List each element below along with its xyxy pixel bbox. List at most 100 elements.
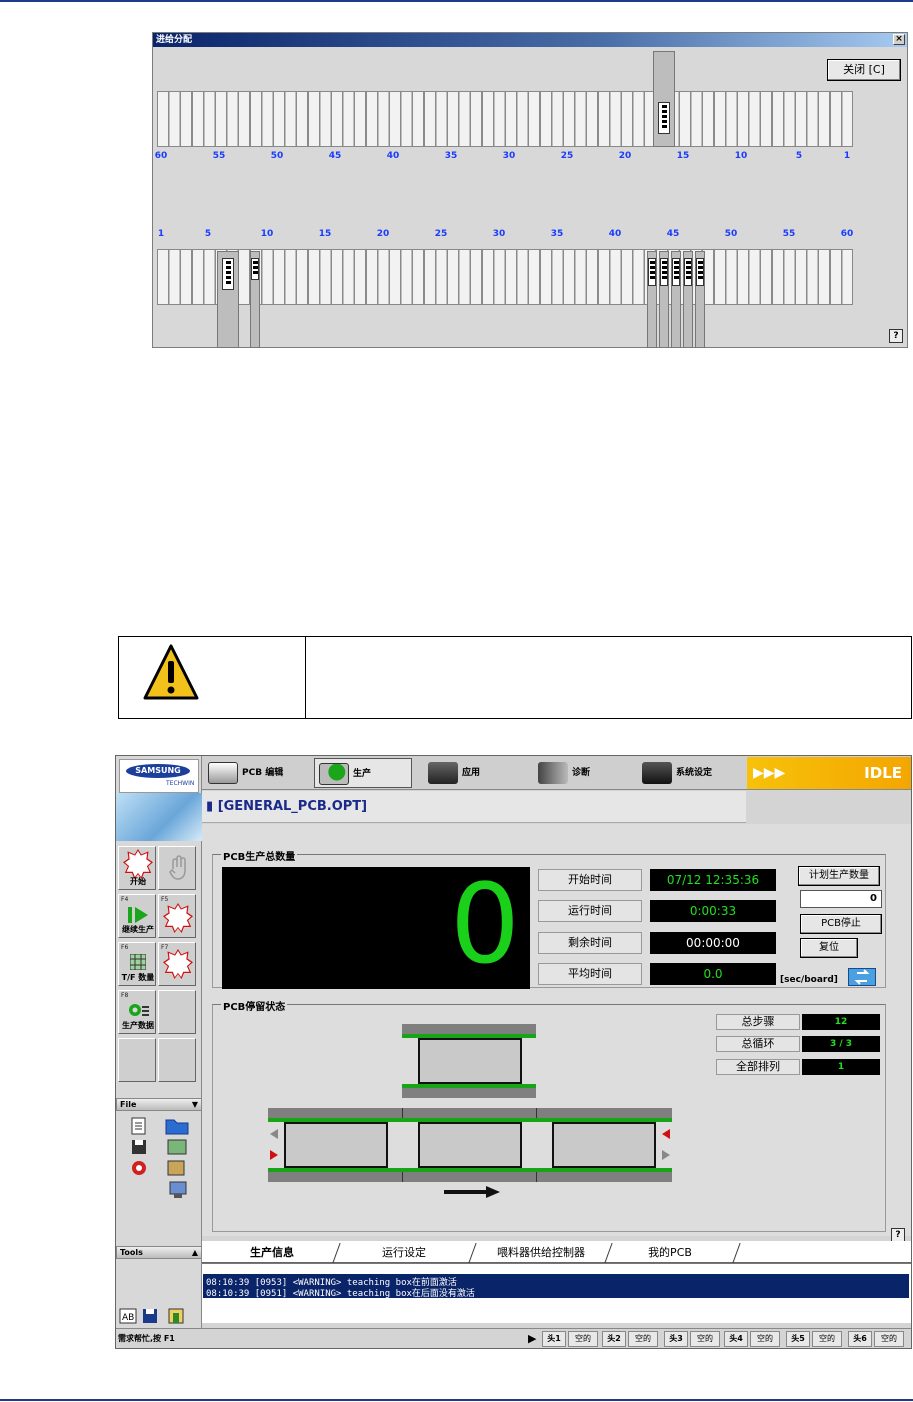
menu-pcb-edit[interactable]: PCB 编辑 [208, 758, 304, 788]
fkey-id: F8 [121, 992, 129, 999]
production-main: PCB生产总数量 0 开始时间 07/12 12:35:36 运行时间 0:00… [202, 824, 911, 1236]
feeder[interactable] [217, 251, 239, 348]
run-time-label: 运行时间 [538, 900, 642, 922]
head-status: 空的 [812, 1331, 842, 1347]
pcb-stop-button[interactable]: PCB停止 [800, 914, 882, 934]
refresh-icon[interactable] [848, 968, 876, 986]
pcb-board [552, 1122, 656, 1168]
warning-icon [143, 644, 199, 700]
fkey-label: 生产数据 [122, 1021, 154, 1030]
start-label: 开始 [130, 877, 146, 886]
feeder-head-icon [251, 258, 259, 280]
remain-time-value: 00:00:00 [650, 932, 776, 954]
menu-diagnosis[interactable]: 诊断 [538, 758, 634, 788]
feeder[interactable] [659, 251, 669, 348]
menu-label: 生产 [353, 769, 372, 779]
slot-number: 40 [386, 151, 400, 161]
menu-application[interactable]: 应用 [428, 758, 524, 788]
menu-system-settings[interactable]: 系统设定 [642, 758, 746, 788]
f10-button[interactable] [118, 1038, 156, 1082]
help-icon[interactable]: ? [891, 1228, 905, 1242]
head-label: 头4 [724, 1331, 748, 1347]
feeder[interactable] [695, 251, 705, 348]
head-label: 头5 [786, 1331, 810, 1347]
svg-text:AB: AB [122, 1313, 134, 1323]
production-data-button[interactable]: F8 生产数据 [118, 990, 156, 1034]
reset-button[interactable]: 复位 [800, 938, 858, 958]
feeder[interactable] [671, 251, 681, 348]
start-button[interactable]: 开始 [118, 846, 156, 890]
collapse-down-icon[interactable]: ▼ [192, 1099, 198, 1110]
f11-button[interactable] [158, 1038, 196, 1082]
tab-feeder-controller[interactable]: 喂料器供给控制器 [476, 1243, 606, 1263]
feeder[interactable] [683, 251, 693, 348]
feeder-head-icon [658, 102, 670, 134]
upper-rail [402, 1024, 536, 1034]
slot-number: 25 [434, 229, 448, 239]
rear-feeder-bank[interactable] [157, 249, 853, 305]
dialog-titlebar[interactable]: 进给分配 × [153, 33, 907, 47]
slot-number: 30 [492, 229, 506, 239]
pcb-board [418, 1122, 522, 1168]
slot-number: 20 [618, 151, 632, 161]
tab-production-info[interactable]: 生产信息 [210, 1243, 334, 1263]
message-log[interactable]: 08:10:39 [0953] <WARNING> teaching box在前… [202, 1263, 911, 1323]
head-status: 空的 [568, 1331, 598, 1347]
close-button[interactable]: 关闭 [C] [827, 59, 901, 81]
slot-number: 50 [724, 229, 738, 239]
log-line[interactable]: 08:10:39 [0951] <WARNING> teaching box在后… [206, 1286, 475, 1299]
total-count-display: 0 [222, 860, 530, 989]
stop-hand-button[interactable] [158, 846, 196, 890]
help-icon[interactable]: ? [889, 329, 903, 343]
slot-number: 35 [444, 151, 458, 161]
feeder-head-icon [684, 258, 692, 286]
caution-divider [305, 637, 306, 718]
tab-my-pcb[interactable]: 我的PCB [612, 1243, 728, 1263]
feeder-head-icon [660, 258, 668, 286]
tools-panel-header[interactable]: Tools ▲ [116, 1246, 202, 1259]
feeder-head-icon [696, 258, 704, 286]
total-steps-label: 总步骤 [716, 1014, 800, 1030]
group-title: PCB生产总数量 [221, 848, 298, 863]
plan-count-input[interactable]: 0 [800, 890, 882, 908]
top-slot-numbers: 60 55 50 45 40 35 30 25 20 15 10 5 1 [153, 151, 853, 163]
slot-number: 55 [782, 229, 796, 239]
top-menu-bar: PCB 编辑 生产 应用 诊断 系统设定 ▶▶▶ IDLE [202, 756, 911, 790]
avg-time-label: 平均时间 [538, 963, 642, 985]
application-icon [428, 761, 458, 784]
settings-icon [642, 761, 672, 784]
file-panel-title: File [120, 1100, 137, 1109]
feeder-head-icon [672, 258, 680, 286]
feeder[interactable] [653, 51, 675, 147]
close-icon[interactable]: × [893, 34, 905, 45]
f5-button[interactable]: F5 [158, 894, 196, 938]
continue-production-button[interactable]: F4 继续生产 [118, 894, 156, 938]
front-feeder-bank[interactable] [157, 91, 853, 147]
remain-time-label: 剩余时间 [538, 932, 642, 954]
head-label: 头1 [542, 1331, 566, 1347]
fkey-id: F6 [121, 944, 129, 951]
title-grip-icon: ▮ [206, 799, 218, 814]
menu-production[interactable]: 生产 [314, 758, 412, 788]
total-steps-value: 12 [802, 1014, 880, 1030]
f9-button[interactable] [158, 990, 196, 1034]
production-icon [319, 762, 349, 785]
head-status: 空的 [690, 1331, 720, 1347]
file-panel-header[interactable]: File ▼ [116, 1098, 202, 1111]
slot-number: 60 [840, 229, 854, 239]
page-title: ▮ [GENERAL_PCB.OPT] [202, 791, 746, 823]
rail-seam [536, 1172, 537, 1182]
menu-label: 应用 [462, 768, 481, 778]
head-label: 头3 [664, 1331, 688, 1347]
tab-run-settings[interactable]: 运行设定 [342, 1243, 466, 1263]
f7-button[interactable]: F7 [158, 942, 196, 986]
conveyor-diagram [268, 1014, 674, 1198]
rail-seam [402, 1172, 403, 1182]
left-arrow-icon [662, 1129, 670, 1139]
tf-count-button[interactable]: F6 T/F 数量 [118, 942, 156, 986]
feeder[interactable] [250, 251, 260, 348]
tab-separator [732, 1243, 741, 1263]
avg-time-value: 0.0 [650, 963, 776, 985]
collapse-up-icon[interactable]: ▲ [192, 1247, 198, 1258]
feeder[interactable] [647, 251, 657, 348]
